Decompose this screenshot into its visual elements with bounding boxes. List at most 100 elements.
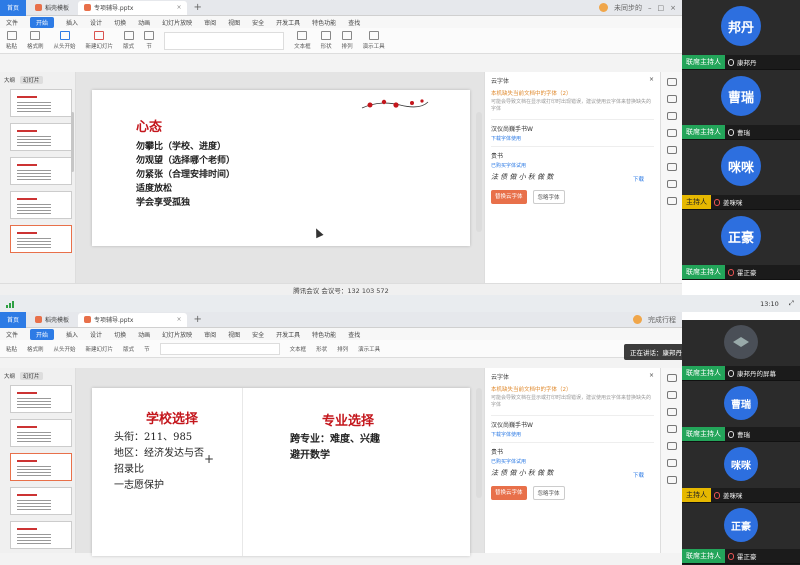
format-painter-button[interactable]: 格式刷 <box>27 345 44 353</box>
participant-tile[interactable]: 邦丹 联席主持人 康邦丹 <box>682 0 800 70</box>
canvas-scrollbar[interactable] <box>476 388 482 498</box>
download-button[interactable]: 下载 <box>633 471 644 479</box>
paste-button[interactable]: 粘贴 <box>6 31 17 50</box>
tab-templates[interactable]: 稻壳模板 <box>29 313 75 327</box>
presentation-tools-button[interactable]: 演示工具 <box>363 31 385 50</box>
arrange-button[interactable]: 排列 <box>337 345 348 353</box>
chevron-right-icon[interactable] <box>666 129 677 137</box>
outline-tab[interactable]: 大纲 <box>4 76 15 84</box>
participant-tile[interactable]: 曹瑞 联席主持人 曹瑞 <box>682 70 800 140</box>
font-selector[interactable] <box>164 31 285 50</box>
format-painter-button[interactable]: 格式刷 <box>27 31 44 50</box>
paste-button[interactable]: 粘贴 <box>6 345 17 353</box>
slide-thumbnail[interactable] <box>10 191 72 219</box>
layout-button[interactable]: 版式 <box>123 345 134 353</box>
menu-review[interactable]: 审阅 <box>204 330 216 339</box>
avatar[interactable] <box>633 315 642 324</box>
select-icon[interactable] <box>666 425 677 433</box>
menu-file[interactable]: 文件 <box>6 330 18 339</box>
slide-thumbnail-selected[interactable] <box>10 225 72 253</box>
menu-insert[interactable]: 插入 <box>66 330 78 339</box>
textbox-button[interactable]: 文本框 <box>290 345 307 353</box>
shape-button[interactable]: 形状 <box>316 345 327 353</box>
menu-design[interactable]: 设计 <box>90 18 102 27</box>
menu-animation[interactable]: 动画 <box>138 330 150 339</box>
shape-button[interactable]: 形状 <box>321 31 332 50</box>
font-item[interactable]: 贵书 已购买字体试用 法 债 做 小 秋 做 数 下载 <box>491 442 654 482</box>
slide[interactable]: 心态 勿攀比（学校、进度） 勿观望（选择哪个老师） 勿紧张（合理安排时间） 适度… <box>92 90 470 246</box>
font-link[interactable]: 已购买字体试用 <box>491 162 654 169</box>
menu-search[interactable]: 查找 <box>348 330 360 339</box>
menu-transition[interactable]: 切换 <box>114 18 126 27</box>
slide-thumbnail-selected[interactable] <box>10 453 72 481</box>
thumbnail-scrollbar[interactable] <box>71 112 74 172</box>
menu-review[interactable]: 审阅 <box>204 18 216 27</box>
menu-file[interactable]: 文件 <box>6 18 18 27</box>
replace-font-button[interactable]: 替换云字体 <box>491 190 527 204</box>
settings-icon[interactable] <box>666 197 677 205</box>
slide-thumbnail[interactable] <box>10 123 72 151</box>
art-font-icon[interactable] <box>666 112 677 120</box>
play-from-start-button[interactable]: 从头开始 <box>54 345 76 353</box>
slides-tab[interactable]: 幻灯片 <box>20 372 43 380</box>
section-button[interactable]: 节 <box>144 345 150 353</box>
menu-slideshow[interactable]: 幻灯片放映 <box>162 330 192 339</box>
slide-thumbnail[interactable] <box>10 157 72 185</box>
avatar[interactable] <box>599 3 608 12</box>
backup-icon[interactable] <box>666 163 677 171</box>
font-item[interactable]: 汉仪尚巍手书W 下载字体使用 <box>491 415 654 442</box>
backup-icon[interactable] <box>666 442 677 450</box>
animation-icon[interactable] <box>666 374 677 382</box>
menu-slideshow[interactable]: 幻灯片放映 <box>162 18 192 27</box>
participant-tile[interactable]: 联席主持人 康邦丹的屏幕 <box>682 320 800 381</box>
canvas-scrollbar[interactable] <box>476 112 482 232</box>
textbox-button[interactable]: 文本框 <box>294 31 311 50</box>
menu-transition[interactable]: 切换 <box>114 330 126 339</box>
close-icon[interactable]: × <box>176 4 181 11</box>
menu-features[interactable]: 特色功能 <box>312 330 336 339</box>
menu-security[interactable]: 安全 <box>252 18 264 27</box>
menu-features[interactable]: 特色功能 <box>312 18 336 27</box>
participant-tile[interactable]: 咪咪 主持人 姜咪咪 <box>682 442 800 503</box>
slide-thumbnail[interactable] <box>10 89 72 117</box>
presentation-tools-button[interactable]: 演示工具 <box>358 345 380 353</box>
play-from-start-button[interactable]: 从头开始 <box>54 31 76 50</box>
menu-developer[interactable]: 开发工具 <box>276 18 300 27</box>
font-link[interactable]: 下载字体使用 <box>491 431 654 438</box>
new-tab-button[interactable]: + <box>193 314 201 325</box>
slides-tab[interactable]: 幻灯片 <box>20 76 43 84</box>
new-tab-button[interactable]: + <box>193 2 201 13</box>
font-item[interactable]: 汉仪尚巍手书W 下载字体使用 <box>491 119 654 146</box>
font-selector[interactable] <box>159 342 280 355</box>
slide[interactable]: 学校选择 头衔：211、985 地区：经济发达与否 招录比 一志愿保护 专业选择… <box>92 388 470 556</box>
replace-font-button[interactable]: 替换云字体 <box>491 486 527 500</box>
minimize-icon[interactable]: – <box>648 4 652 12</box>
menu-insert[interactable]: 插入 <box>66 18 78 27</box>
participant-tile[interactable]: 咪咪 主持人 姜咪咪 <box>682 140 800 210</box>
home-tab[interactable]: 首页 <box>0 0 26 16</box>
menu-view[interactable]: 视图 <box>228 18 240 27</box>
participant-tile[interactable]: 曹瑞 联席主持人 曹瑞 <box>682 381 800 442</box>
select-icon[interactable] <box>666 146 677 154</box>
participant-tile[interactable]: 正豪 联席主持人 霍正豪 <box>682 210 800 280</box>
menu-animation[interactable]: 动画 <box>138 18 150 27</box>
participant-tile[interactable]: 正豪 联席主持人 霍正豪 <box>682 503 800 564</box>
arrange-button[interactable]: 排列 <box>342 31 353 50</box>
slide-thumbnail[interactable] <box>10 521 72 549</box>
menu-home[interactable]: 开始 <box>30 328 55 340</box>
slide-thumbnail[interactable] <box>10 385 72 413</box>
animation-icon[interactable] <box>666 78 677 86</box>
property-icon[interactable] <box>666 95 677 103</box>
share-icon[interactable] <box>666 180 677 188</box>
layout-button[interactable]: 版式 <box>123 31 134 50</box>
close-icon[interactable]: × <box>649 76 654 85</box>
slide-thumbnail[interactable] <box>10 487 72 515</box>
download-button[interactable]: 下载 <box>633 175 644 183</box>
tab-document[interactable]: 专项辅导.pptx × <box>78 312 188 327</box>
menu-search[interactable]: 查找 <box>348 18 360 27</box>
font-item[interactable]: 贵书 已购买字体试用 法 债 做 小 秋 做 数 下载 <box>491 146 654 186</box>
menu-developer[interactable]: 开发工具 <box>276 330 300 339</box>
menu-design[interactable]: 设计 <box>90 330 102 339</box>
menu-home[interactable]: 开始 <box>30 16 55 28</box>
art-font-icon[interactable] <box>666 408 677 416</box>
